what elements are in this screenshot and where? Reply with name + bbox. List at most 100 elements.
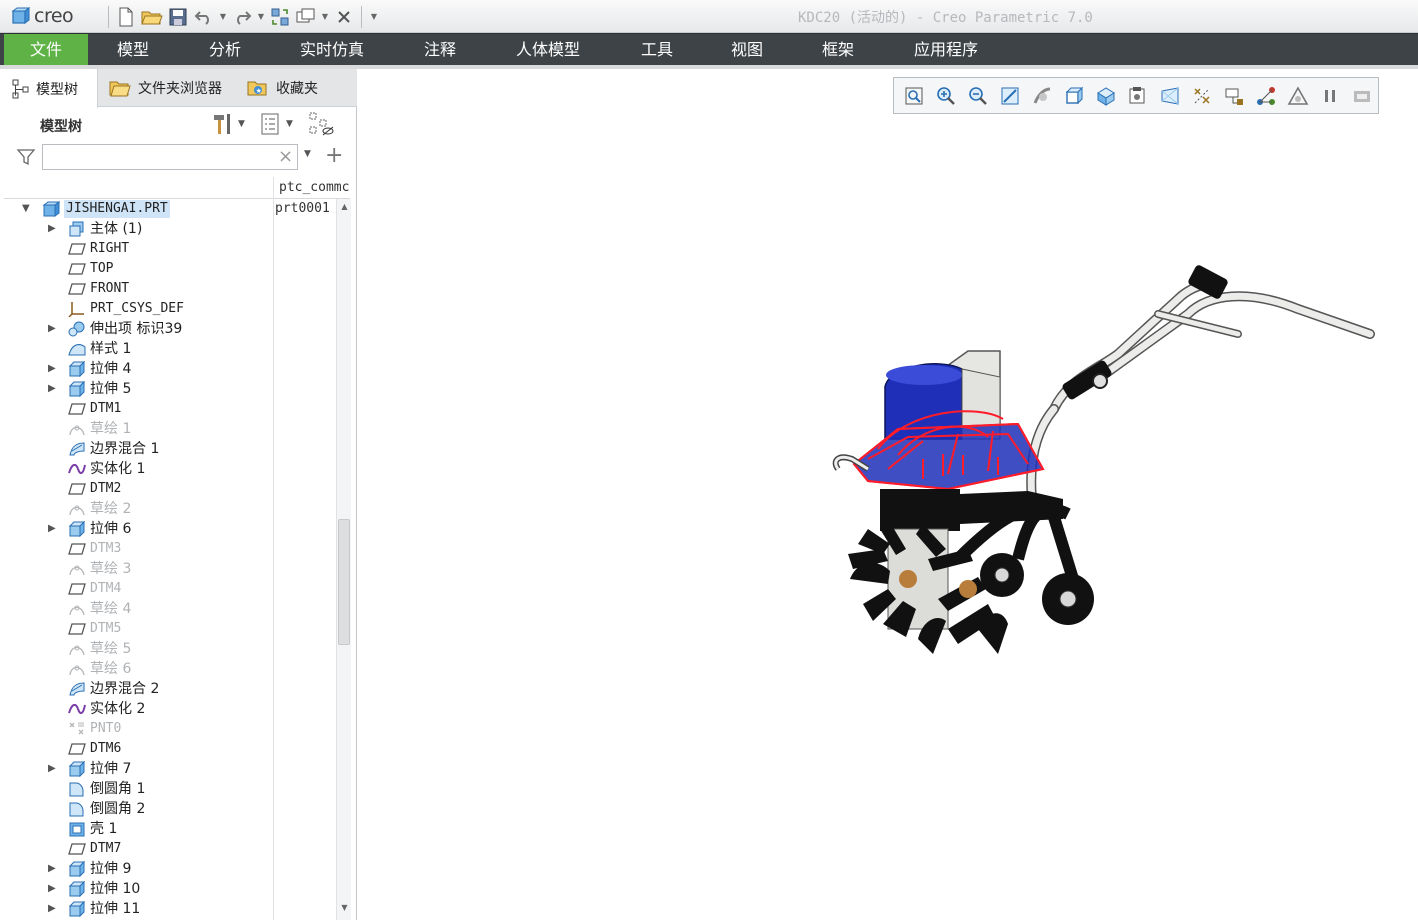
save-icon[interactable] [165,4,191,30]
tree-node[interactable]: DTM4 [4,579,336,599]
expand-arrow-icon[interactable]: ▶ [48,363,58,375]
tree-search-input[interactable] [42,144,298,170]
column-header-ptc-common-name[interactable]: ptc_commc [279,180,351,195]
tree-settings-hammer-icon[interactable] [210,111,236,137]
search-dropdown-icon[interactable]: ▼ [304,149,311,159]
perspective-icon[interactable] [1156,82,1184,110]
saved-orientations-icon[interactable] [1060,82,1088,110]
tree-node[interactable]: DTM3 [4,539,336,559]
tab-folder-browser[interactable]: 文件夹浏览器 [100,69,230,107]
filter-icon[interactable] [16,147,36,167]
tree-node[interactable]: 实体化 1 [4,459,336,479]
collapse-arrow-icon[interactable]: ▼ [22,203,32,215]
expand-arrow-icon[interactable]: ▶ [48,763,58,775]
tree-node[interactable]: 草绘 3 [4,559,336,579]
expand-arrow-icon[interactable]: ▶ [48,863,58,875]
tree-node[interactable]: ▼ JISHENGAI.PRT prt0001 [4,199,336,219]
menu-analysis[interactable]: 分析 [190,34,260,66]
tree-scrollbar[interactable]: ▲ ▼ [336,199,351,920]
tree-node[interactable]: ▶ 拉伸 5 [4,379,336,399]
scroll-up-icon[interactable]: ▲ [337,199,352,215]
tree-node[interactable]: FRONT [4,279,336,299]
view-manager-icon[interactable] [1124,82,1152,110]
tree-node[interactable]: 倒圆角 1 [4,779,336,799]
spin-center-icon[interactable] [1252,82,1280,110]
tree-node[interactable]: 壳 1 [4,819,336,839]
annotation-display-icon[interactable] [1220,82,1248,110]
repaint-icon[interactable] [996,82,1024,110]
tree-node[interactable]: 边界混合 1 [4,439,336,459]
cultivator-3d-model[interactable] [828,259,1388,689]
scroll-thumb[interactable] [338,519,350,645]
undo-dropdown-icon[interactable]: ▼ [217,4,229,30]
display-style-icon[interactable] [1092,82,1120,110]
windows-icon[interactable] [293,4,319,30]
menu-live-simulation[interactable]: 实时仿真 [290,34,374,66]
expand-arrow-icon[interactable]: ▶ [48,523,58,535]
tree-node[interactable]: ▶ 拉伸 11 [4,899,336,919]
regenerate-icon[interactable] [267,4,293,30]
tree-node[interactable]: 倒圆角 2 [4,799,336,819]
tree-node[interactable]: 边界混合 2 [4,679,336,699]
tree-node[interactable]: 草绘 2 [4,499,336,519]
tree-node[interactable]: 草绘 4 [4,599,336,619]
tree-node[interactable]: RIGHT [4,239,336,259]
menu-file[interactable]: 文件 [4,34,88,66]
tree-filters-dropdown-icon[interactable]: ▼ [286,119,296,129]
windows-dropdown-icon[interactable]: ▼ [319,4,331,30]
close-window-icon[interactable] [331,4,357,30]
new-file-icon[interactable] [113,4,139,30]
appearance-icon[interactable] [1284,82,1312,110]
tab-model-tree[interactable]: 模型树 [4,69,98,108]
graphics-window[interactable] [358,69,1418,920]
menu-view[interactable]: 视图 [712,34,782,66]
scroll-down-icon[interactable]: ▼ [337,900,352,916]
expand-arrow-icon[interactable]: ▶ [48,223,58,235]
tree-node[interactable]: 样式 1 [4,339,336,359]
zoom-out-icon[interactable] [964,82,992,110]
open-file-icon[interactable] [139,4,165,30]
add-column-icon[interactable]: + [325,144,343,168]
tree-node[interactable]: ▶ 拉伸 7 [4,759,336,779]
tree-node[interactable]: ▶ 拉伸 6 [4,519,336,539]
expand-arrow-icon[interactable]: ▶ [48,883,58,895]
tree-node[interactable]: PRT_CSYS_DEF [4,299,336,319]
render-icon[interactable] [1348,82,1376,110]
tree-node[interactable]: DTM7 [4,839,336,859]
tree-node[interactable]: DTM6 [4,739,336,759]
show-hidden-items-icon[interactable] [306,111,336,137]
redo-dropdown-icon[interactable]: ▼ [255,4,267,30]
tree-node[interactable]: ▶ 拉伸 9 [4,859,336,879]
menu-applications[interactable]: 应用程序 [904,34,988,66]
tree-node[interactable]: TOP [4,259,336,279]
expand-arrow-icon[interactable]: ▶ [48,323,58,335]
tree-node[interactable]: ▶ 主体 (1) [4,219,336,239]
reorient-icon[interactable] [1028,82,1056,110]
expand-arrow-icon[interactable]: ▶ [48,903,58,915]
tree-settings-dropdown-icon[interactable]: ▼ [238,119,248,129]
zoom-in-icon[interactable] [932,82,960,110]
tree-node[interactable]: 实体化 2 [4,699,336,719]
clear-search-icon[interactable]: × [278,146,293,167]
menu-tools[interactable]: 工具 [622,34,692,66]
tree-node[interactable]: ▶ 拉伸 4 [4,359,336,379]
tree-node[interactable]: ▶ 拉伸 10 [4,879,336,899]
tree-node[interactable]: PNT0 [4,719,336,739]
menu-manikin[interactable]: 人体模型 [506,34,590,66]
tree-filters-icon[interactable] [256,111,284,137]
tree-node[interactable]: 草绘 1 [4,419,336,439]
menu-framework[interactable]: 框架 [803,34,873,66]
tree-node[interactable]: DTM1 [4,399,336,419]
datum-display-icon[interactable] [1188,82,1216,110]
undo-icon[interactable] [191,4,217,30]
tree-node[interactable]: 草绘 6 [4,659,336,679]
redo-icon[interactable] [229,4,255,30]
tab-favorites[interactable]: ★ 收藏夹 [238,69,326,107]
customize-toolbar-dropdown-icon[interactable]: ▼ [366,4,382,30]
tree-node[interactable]: 草绘 5 [4,639,336,659]
tree-node[interactable]: ▶ 伸出项 标识39 [4,319,336,339]
tree-node[interactable]: DTM5 [4,619,336,639]
menu-model[interactable]: 模型 [98,34,168,66]
menu-annotate[interactable]: 注释 [405,34,475,66]
tree-node[interactable]: DTM2 [4,479,336,499]
